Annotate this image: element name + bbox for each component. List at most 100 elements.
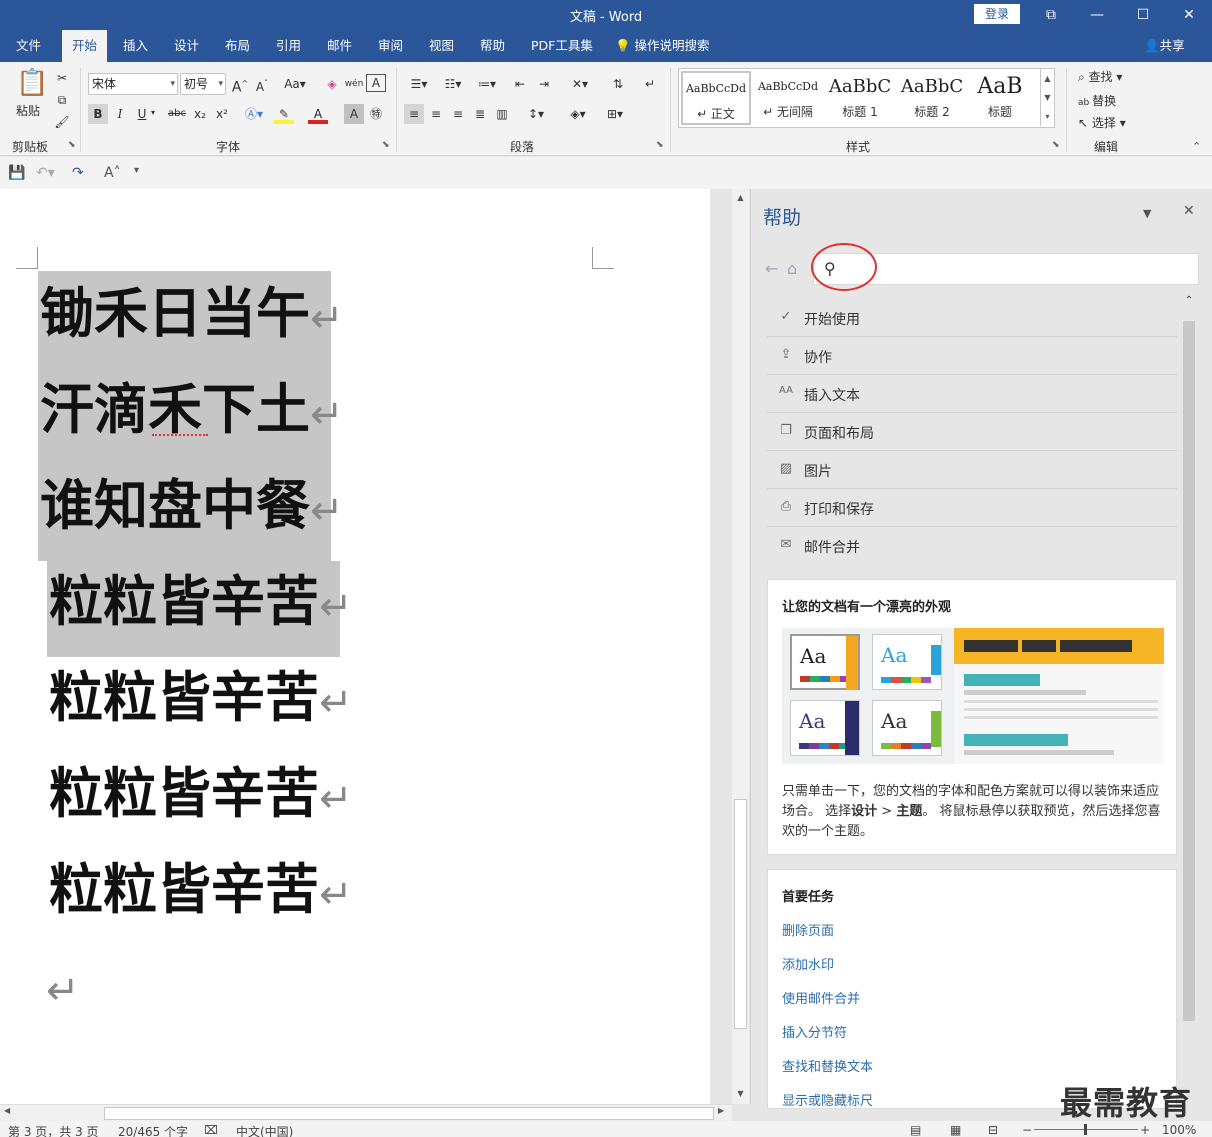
clipboard-launcher-icon[interactable]: ⬊ <box>68 140 76 150</box>
shading-icon[interactable]: ◈▾ <box>564 104 592 124</box>
copy-icon[interactable]: ⧉ <box>52 90 72 110</box>
superscript-button[interactable]: x² <box>212 104 232 124</box>
read-mode-icon[interactable]: ▤ <box>910 1123 921 1137</box>
customize-qat-icon[interactable]: ▾ <box>134 165 139 176</box>
font-launcher-icon[interactable]: ⬊ <box>382 140 390 150</box>
print-layout-icon[interactable]: ▦ <box>950 1123 961 1137</box>
task-link-find-replace[interactable]: 查找和替换文本 <box>782 1056 873 1075</box>
increase-font-icon[interactable]: A˄ <box>104 165 121 181</box>
borders-icon[interactable]: ⊞▾ <box>600 104 630 124</box>
tab-mailings[interactable]: 邮件 <box>317 30 362 62</box>
cut-icon[interactable]: ✂ <box>52 68 72 88</box>
help-topic-print-save[interactable]: ⎙ 打印和保存 <box>767 489 1177 527</box>
document-horizontal-scrollbar[interactable]: ◀ ▶ <box>0 1104 732 1121</box>
document-line-2[interactable]: 汗滴禾下土↵ <box>40 363 344 455</box>
document-vertical-scrollbar[interactable]: ▲ ▼ <box>732 189 749 1104</box>
close-pane-icon[interactable]: ✕ <box>1183 203 1195 219</box>
numbering-icon[interactable]: ☷▾ <box>438 74 468 94</box>
style-heading-2[interactable]: AaBbC 标题 2 <box>897 71 967 125</box>
clear-formatting-icon[interactable]: ◈ <box>322 74 342 94</box>
scroll-right-icon[interactable]: ▶ <box>718 1106 724 1115</box>
task-link-delete-page[interactable]: 删除页面 <box>782 920 834 939</box>
justify-icon[interactable]: ≣ <box>470 104 490 124</box>
select-button[interactable]: ↖ 选择 ▾ <box>1078 114 1126 131</box>
scroll-up-icon[interactable]: ▲ <box>732 193 749 202</box>
task-link-mail-merge[interactable]: 使用邮件合并 <box>782 988 860 1007</box>
document-line-5[interactable]: 粒粒皆辛苦↵ <box>49 651 353 743</box>
document-canvas[interactable]: 锄禾日当午↵ 汗滴禾下土↵ 谁知盘中餐↵ 粒粒皆辛苦↵ 粒粒皆辛苦↵ 粒粒皆辛苦… <box>0 189 730 1104</box>
proofing-icon[interactable]: ⌧ <box>204 1123 218 1137</box>
document-line-1[interactable]: 锄禾日当午↵ <box>40 267 344 359</box>
scroll-down-icon[interactable]: ▼ <box>732 1089 749 1098</box>
scroll-thumb[interactable] <box>104 1107 714 1120</box>
phonetic-guide-icon[interactable]: wén <box>344 74 364 94</box>
document-line-7[interactable]: 粒粒皆辛苦↵ <box>49 843 353 935</box>
document-empty-line[interactable]: ↵ <box>46 939 80 1031</box>
change-case-icon[interactable]: Aa▾ <box>280 74 310 94</box>
maximize-icon[interactable]: ☐ <box>1120 0 1166 30</box>
help-topic-collaborate[interactable]: ⇪ 协作 <box>767 337 1177 375</box>
align-left-icon[interactable]: ≡ <box>404 104 424 124</box>
undo-icon[interactable]: ↶▾ <box>36 165 55 181</box>
help-topic-page-layout[interactable]: ❐ 页面和布局 <box>767 413 1177 451</box>
align-right-icon[interactable]: ≡ <box>448 104 468 124</box>
subscript-button[interactable]: x₂ <box>190 104 210 124</box>
underline-button[interactable]: U <box>132 104 152 124</box>
format-painter-icon[interactable]: 🖌 <box>52 112 72 132</box>
tab-help[interactable]: 帮助 <box>470 30 515 62</box>
tab-file[interactable]: 文件 <box>6 30 51 62</box>
back-arrow-icon[interactable]: ← <box>765 259 778 278</box>
paste-button[interactable]: 粘贴 <box>16 102 40 119</box>
style-no-spacing[interactable]: AaBbCcDd ↵ 无间隔 <box>753 71 823 125</box>
pane-options-icon[interactable]: ▼ <box>1143 207 1151 220</box>
highlight-color-icon[interactable]: ✎ <box>274 104 294 124</box>
tell-me-search[interactable]: 💡 操作说明搜索 <box>615 30 710 62</box>
help-topic-pictures[interactable]: ▨ 图片 <box>767 451 1177 489</box>
word-count[interactable]: 20/465 个字 <box>118 1123 188 1137</box>
tab-view[interactable]: 视图 <box>419 30 464 62</box>
zoom-out-icon[interactable]: − <box>1022 1123 1032 1137</box>
tab-references[interactable]: 引用 <box>266 30 311 62</box>
task-link-section-break[interactable]: 插入分节符 <box>782 1022 847 1041</box>
login-button[interactable]: 登录 <box>974 4 1020 24</box>
align-center-icon[interactable]: ≡ <box>426 104 446 124</box>
font-color-icon[interactable]: A <box>308 104 328 124</box>
scroll-thumb[interactable] <box>734 799 747 1029</box>
scroll-left-icon[interactable]: ◀ <box>4 1106 10 1115</box>
redo-icon[interactable]: ↷ <box>72 165 84 181</box>
help-pane-scrollbar[interactable]: ⌃ <box>1181 293 1197 1103</box>
paragraph-launcher-icon[interactable]: ⬊ <box>656 140 664 150</box>
zoom-slider-thumb[interactable] <box>1084 1124 1087 1135</box>
character-border-icon[interactable]: A <box>366 74 386 92</box>
style-normal[interactable]: AaBbCcDd ↵ 正文 <box>681 71 751 125</box>
task-link-ruler[interactable]: 显示或隐藏标尺 <box>782 1090 873 1109</box>
replace-button[interactable]: ab 替换 <box>1078 92 1116 109</box>
bullets-icon[interactable]: ☰▾ <box>404 74 434 94</box>
sort-icon[interactable]: ⇅ <box>608 74 628 94</box>
scroll-up-icon[interactable]: ⌃ <box>1181 295 1197 306</box>
close-icon[interactable]: ✕ <box>1166 0 1212 30</box>
collapse-ribbon-icon[interactable]: ⌃ <box>1192 140 1201 153</box>
web-layout-icon[interactable]: ⊟ <box>988 1123 998 1137</box>
chevron-down-icon[interactable]: ▾ <box>151 108 155 117</box>
distributed-icon[interactable]: ▥ <box>492 104 512 124</box>
style-heading-1[interactable]: AaBbC 标题 1 <box>825 71 895 125</box>
scroll-thumb[interactable] <box>1183 321 1195 1021</box>
character-shading-icon[interactable]: A <box>344 104 364 124</box>
styles-launcher-icon[interactable]: ⬊ <box>1052 140 1060 150</box>
ribbon-display-options-icon[interactable]: ⧉ <box>1028 0 1074 30</box>
shrink-font-icon[interactable]: Aˇ <box>252 74 272 94</box>
style-title[interactable]: AaB 标题 <box>969 71 1031 125</box>
share-button[interactable]: 👤共享 <box>1144 30 1185 62</box>
zoom-level[interactable]: 100% <box>1162 1123 1196 1137</box>
increase-indent-icon[interactable]: ⇥ <box>534 74 554 94</box>
document-line-6[interactable]: 粒粒皆辛苦↵ <box>49 747 353 839</box>
zoom-in-icon[interactable]: + <box>1140 1123 1150 1137</box>
minimize-icon[interactable]: — <box>1074 0 1120 30</box>
language-indicator[interactable]: 中文(中国) <box>236 1123 293 1137</box>
home-icon[interactable]: ⌂ <box>787 259 797 278</box>
help-topic-insert-text[interactable]: AA 插入文本 <box>767 375 1177 413</box>
font-size-combo[interactable]: 初号 ▾ <box>180 73 226 95</box>
bold-button[interactable]: B <box>88 104 108 124</box>
styles-scroll-up-icon[interactable]: ▲ <box>1040 69 1054 88</box>
